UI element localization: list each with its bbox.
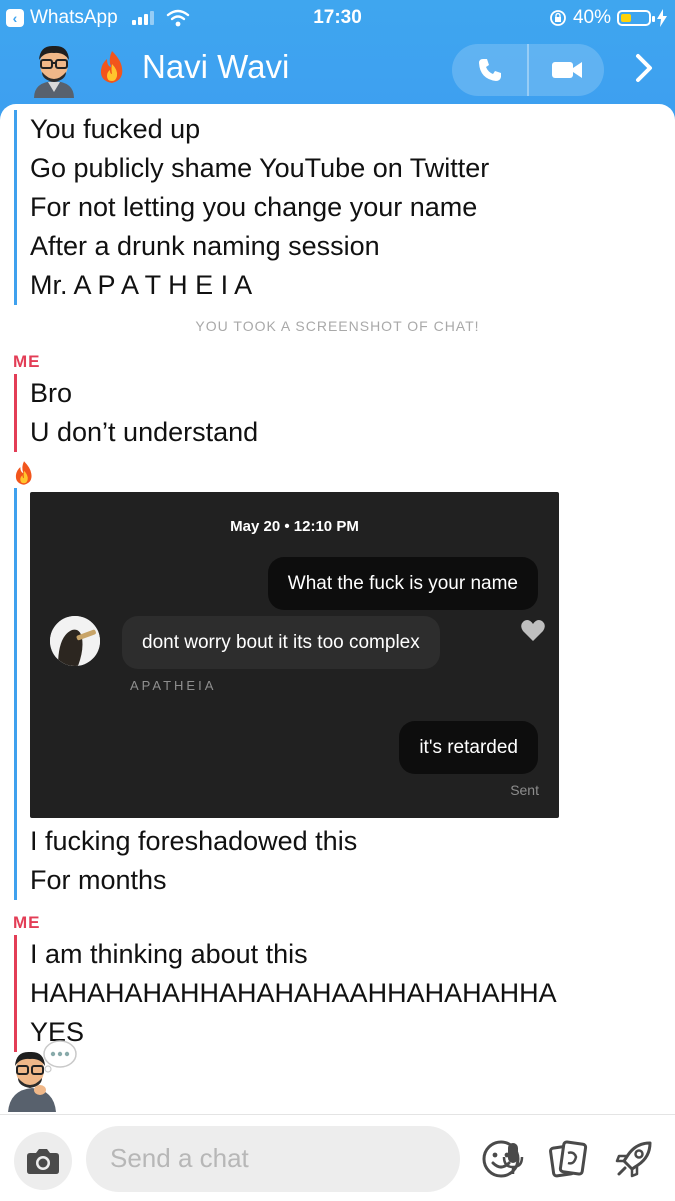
status-right: 40% (549, 7, 667, 29)
heart-icon (521, 620, 545, 641)
message-line: You fucked up (30, 114, 201, 144)
chat-area[interactable]: You fucked up Go publicly shame YouTube … (0, 104, 675, 1114)
message-line: For months (30, 865, 167, 895)
sender-label-me: ME (13, 913, 41, 932)
friend-message-block: I fucking foreshadowed this For months (17, 822, 357, 900)
call-controls (452, 44, 604, 96)
dm-username: APATHEIA (130, 678, 217, 693)
battery-icon (617, 10, 655, 26)
fire-icon (100, 51, 123, 83)
chat-input[interactable]: Send a chat (86, 1126, 524, 1192)
sender-label-me: ME (13, 352, 41, 371)
message-line: After a drunk naming session (30, 231, 380, 261)
screenshot-notice: YOU TOOK A SCREENSHOT OF CHAT! (195, 318, 480, 334)
camera-button[interactable] (14, 1132, 72, 1190)
video-call-button[interactable] (529, 44, 604, 96)
chat-input-placeholder: Send a chat (110, 1143, 249, 1173)
back-to-app-button[interactable]: ‹ WhatsApp (6, 7, 190, 29)
video-icon (551, 62, 582, 78)
fire-icon (15, 461, 32, 485)
smiley-icon[interactable] (481, 1139, 521, 1179)
message-line: For not letting you change your name (30, 192, 478, 222)
cellular-signal-icon (131, 11, 154, 25)
voice-call-button[interactable] (452, 44, 527, 96)
rocket-icon[interactable] (614, 1139, 654, 1179)
wifi-icon (166, 9, 189, 27)
dm-sent-status: Sent (510, 782, 539, 798)
my-message-block: I am thinking about this HAHAHAHAHHAHAHA… (14, 935, 557, 1052)
chevron-right-icon[interactable] (632, 52, 656, 84)
contact-name[interactable]: Navi Wavi (142, 48, 289, 86)
typing-indicator-icon (43, 1040, 77, 1073)
chat-composer: Send a chat (0, 1114, 675, 1201)
camera-icon (27, 1149, 59, 1174)
dm-outgoing-bubble: What the fuck is your name (267, 557, 538, 610)
dm-incoming-bubble: dont worry bout it its too complex (122, 616, 440, 669)
dm-avatar (50, 616, 100, 666)
my-message-block: Bro U don’t understand (14, 374, 258, 452)
top-bar: ‹ WhatsApp 17:30 40% Navi Wavi (0, 0, 675, 120)
message-line: Mr. A P A T H E I A (30, 270, 253, 300)
message-line: Bro (30, 378, 73, 408)
dm-outgoing-bubble: it's retarded (399, 721, 538, 774)
dm-timestamp: May 20 • 12:10 PM (230, 518, 359, 535)
back-app-label: WhatsApp (30, 7, 118, 28)
bitmoji-avatar[interactable] (28, 42, 80, 98)
battery-percent: 40% (572, 7, 611, 28)
phone-icon (478, 59, 501, 81)
message-line: U don’t understand (30, 417, 259, 447)
message-line: HAHAHAHAHHAHAHAHAAHHAHAHAHHA (30, 978, 557, 1008)
message-line: YES (30, 1017, 85, 1047)
shared-screenshot-image[interactable]: May 20 • 12:10 PM What the fuck is your … (30, 492, 559, 818)
message-line: I fucking foreshadowed this (30, 826, 358, 856)
chat-header: Navi Wavi (0, 38, 675, 100)
charging-bolt-icon (657, 9, 667, 27)
friend-message-block: You fucked up Go publicly shame YouTube … (14, 110, 489, 305)
message-line: I am thinking about this (30, 939, 308, 969)
orientation-lock-icon (550, 10, 566, 26)
message-line: Go publicly shame YouTube on Twitter (30, 153, 490, 183)
sticker-icon[interactable] (548, 1139, 588, 1179)
status-bar: ‹ WhatsApp 17:30 40% (0, 0, 675, 36)
back-arrow-icon: ‹ (6, 9, 24, 27)
